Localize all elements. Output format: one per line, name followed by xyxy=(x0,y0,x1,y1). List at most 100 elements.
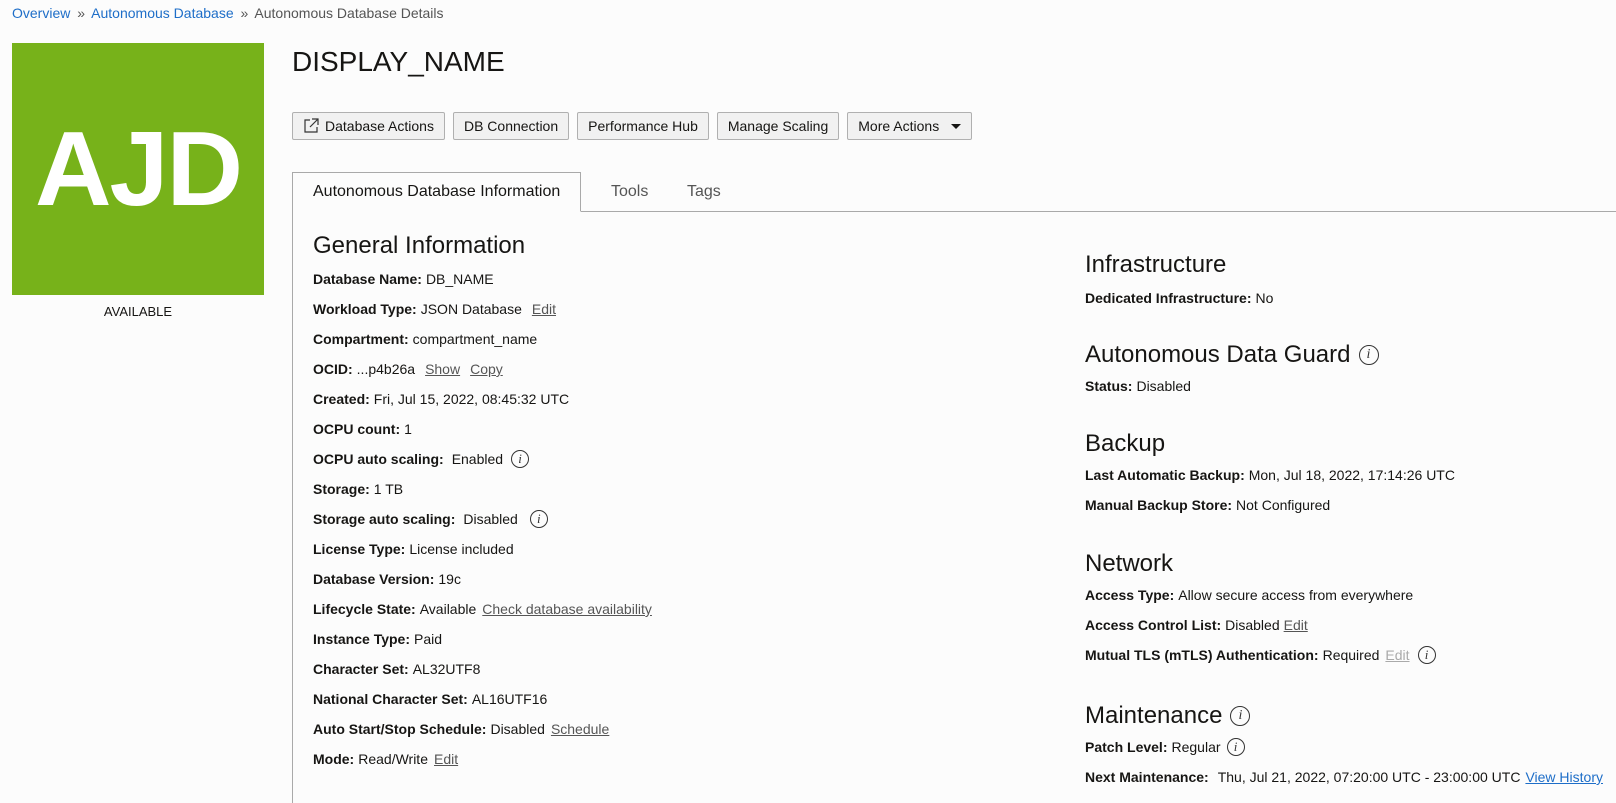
field-value: Read/Write xyxy=(358,751,428,767)
tab-tools[interactable]: Tools xyxy=(611,172,648,211)
field-value: Required xyxy=(1322,647,1380,663)
field-label: Auto Start/Stop Schedule: xyxy=(313,721,487,737)
field-value: AL16UTF16 xyxy=(471,691,548,707)
data-guard-section: Autonomous Data Guard i Status: Disabled xyxy=(1085,341,1379,401)
breadcrumb-separator: » xyxy=(240,5,249,21)
national-character-set-row: National Character Set: AL16UTF16 xyxy=(313,684,652,714)
field-value: Disabled xyxy=(1225,617,1280,633)
field-value: compartment_name xyxy=(412,331,538,347)
breadcrumb-current: Autonomous Database Details xyxy=(254,5,444,21)
field-value: Enabled xyxy=(451,451,504,467)
info-icon[interactable]: i xyxy=(1417,646,1436,664)
field-label: Lifecycle State: xyxy=(313,601,416,617)
field-label: Created: xyxy=(313,391,370,407)
field-label: Mode: xyxy=(313,751,355,767)
license-type-row: License Type: License included xyxy=(313,534,652,564)
info-icon[interactable]: i xyxy=(1230,706,1251,726)
general-information-section: General Information Database Name: DB_NAM… xyxy=(313,232,652,774)
breadcrumb: Overview » Autonomous Database » Autonom… xyxy=(12,5,444,21)
maintenance-section: Maintenance i Patch Level: Regular i Next M… xyxy=(1085,702,1603,792)
field-label: Access Type: xyxy=(1085,587,1175,603)
field-value: Fri, Jul 15, 2022, 08:45:32 UTC xyxy=(373,391,570,407)
manage-scaling-button[interactable]: Manage Scaling xyxy=(716,112,840,140)
field-value: Paid xyxy=(414,631,443,647)
last-automatic-backup-row: Last Automatic Backup: Mon, Jul 18, 2022,… xyxy=(1085,460,1455,490)
database-actions-button[interactable]: Database Actions xyxy=(292,112,445,140)
caret-down-icon xyxy=(951,123,962,129)
data-guard-status-row: Status: Disabled xyxy=(1085,371,1379,401)
db-connection-button[interactable]: DB Connection xyxy=(452,112,570,140)
infrastructure-section: Infrastructure Dedicated Infrastructure:… xyxy=(1085,251,1273,313)
field-value: AL32UTF8 xyxy=(412,661,481,677)
info-icon[interactable]: i xyxy=(511,450,530,468)
storage-auto-scaling-row: Storage auto scaling: Disabled i xyxy=(313,504,652,534)
edit-mode-link[interactable]: Edit xyxy=(434,751,458,767)
next-maintenance-row: Next Maintenance: Thu, Jul 21, 2022, 07:2… xyxy=(1085,762,1603,792)
field-value: License included xyxy=(409,541,514,557)
manual-backup-store-row: Manual Backup Store: Not Configured xyxy=(1085,490,1455,520)
field-label: Instance Type: xyxy=(313,631,410,647)
tab-autonomous-database-information[interactable]: Autonomous Database Information xyxy=(292,172,582,212)
more-actions-label: More Actions xyxy=(858,118,940,134)
ajd-logo-icon: AJD xyxy=(12,43,264,295)
field-label: OCID: xyxy=(313,361,353,377)
dedicated-infrastructure-row: Dedicated Infrastructure: No xyxy=(1085,283,1273,313)
access-control-list-row: Access Control List: Disabled Edit xyxy=(1085,610,1436,640)
external-link-icon xyxy=(304,118,319,133)
field-label: Dedicated Infrastructure: xyxy=(1085,290,1252,306)
field-label: National Character Set: xyxy=(313,691,468,707)
field-label: Manual Backup Store: xyxy=(1085,497,1233,513)
heading-text: Autonomous Data Guard xyxy=(1085,341,1351,368)
field-value: No xyxy=(1255,290,1274,306)
edit-mtls-link[interactable]: Edit xyxy=(1385,647,1409,663)
compartment-row: Compartment: compartment_name xyxy=(313,324,652,354)
field-label: Database Name: xyxy=(313,271,422,287)
backup-section: Backup Last Automatic Backup: Mon, Jul 18… xyxy=(1085,430,1455,520)
edit-workload-link[interactable]: Edit xyxy=(532,301,556,317)
breadcrumb-autonomous-database[interactable]: Autonomous Database xyxy=(91,5,233,21)
show-ocid-link[interactable]: Show xyxy=(425,361,460,377)
view-history-link[interactable]: View History xyxy=(1525,769,1603,785)
edit-acl-link[interactable]: Edit xyxy=(1284,617,1308,633)
database-name-row: Database Name: DB_NAME xyxy=(313,264,652,294)
heading-text: General Information xyxy=(313,232,526,259)
breadcrumb-overview[interactable]: Overview xyxy=(12,5,70,21)
heading-text: Maintenance xyxy=(1085,702,1223,729)
general-information-heading: General Information xyxy=(313,232,652,260)
info-icon[interactable]: i xyxy=(1226,738,1245,756)
check-availability-link[interactable]: Check database availability xyxy=(482,601,652,617)
field-label: Access Control List: xyxy=(1085,617,1222,633)
ocpu-auto-scaling-row: OCPU auto scaling: Enabled i xyxy=(313,444,652,474)
backup-heading: Backup xyxy=(1085,430,1455,458)
info-icon[interactable]: i xyxy=(529,510,548,528)
infrastructure-heading: Infrastructure xyxy=(1085,251,1273,279)
field-label: Storage: xyxy=(313,481,370,497)
breadcrumb-separator: » xyxy=(77,5,86,21)
heading-text: Backup xyxy=(1085,430,1166,457)
field-label: Compartment: xyxy=(313,331,409,347)
field-value: Not Configured xyxy=(1236,497,1331,513)
data-guard-heading: Autonomous Data Guard i xyxy=(1085,341,1379,369)
instance-type-row: Instance Type: Paid xyxy=(313,624,652,654)
page-title: DISPLAY_NAME xyxy=(292,46,505,77)
field-value: 19c xyxy=(438,571,461,587)
schedule-link[interactable]: Schedule xyxy=(551,721,609,737)
field-value: Regular xyxy=(1171,739,1221,755)
database-version-row: Database Version: 19c xyxy=(313,564,652,594)
tab-tags[interactable]: Tags xyxy=(687,172,721,211)
storage-row: Storage: 1 TB xyxy=(313,474,652,504)
field-value: 1 xyxy=(404,421,412,437)
performance-hub-button[interactable]: Performance Hub xyxy=(577,112,709,140)
panel-border xyxy=(292,211,293,803)
info-icon[interactable]: i xyxy=(1358,345,1379,365)
more-actions-button[interactable]: More Actions xyxy=(847,112,973,140)
heading-text: Network xyxy=(1085,550,1174,577)
field-value: ...p4b26a xyxy=(356,361,416,377)
mode-row: Mode: Read/Write Edit xyxy=(313,744,652,774)
created-row: Created: Fri, Jul 15, 2022, 08:45:32 UTC xyxy=(313,384,652,414)
copy-ocid-link[interactable]: Copy xyxy=(470,361,503,377)
network-heading: Network xyxy=(1085,550,1436,578)
field-value: Disabled xyxy=(490,721,545,737)
lifecycle-status-label: AVAILABLE xyxy=(103,304,173,319)
field-value: Mon, Jul 18, 2022, 17:14:26 UTC xyxy=(1248,467,1455,483)
